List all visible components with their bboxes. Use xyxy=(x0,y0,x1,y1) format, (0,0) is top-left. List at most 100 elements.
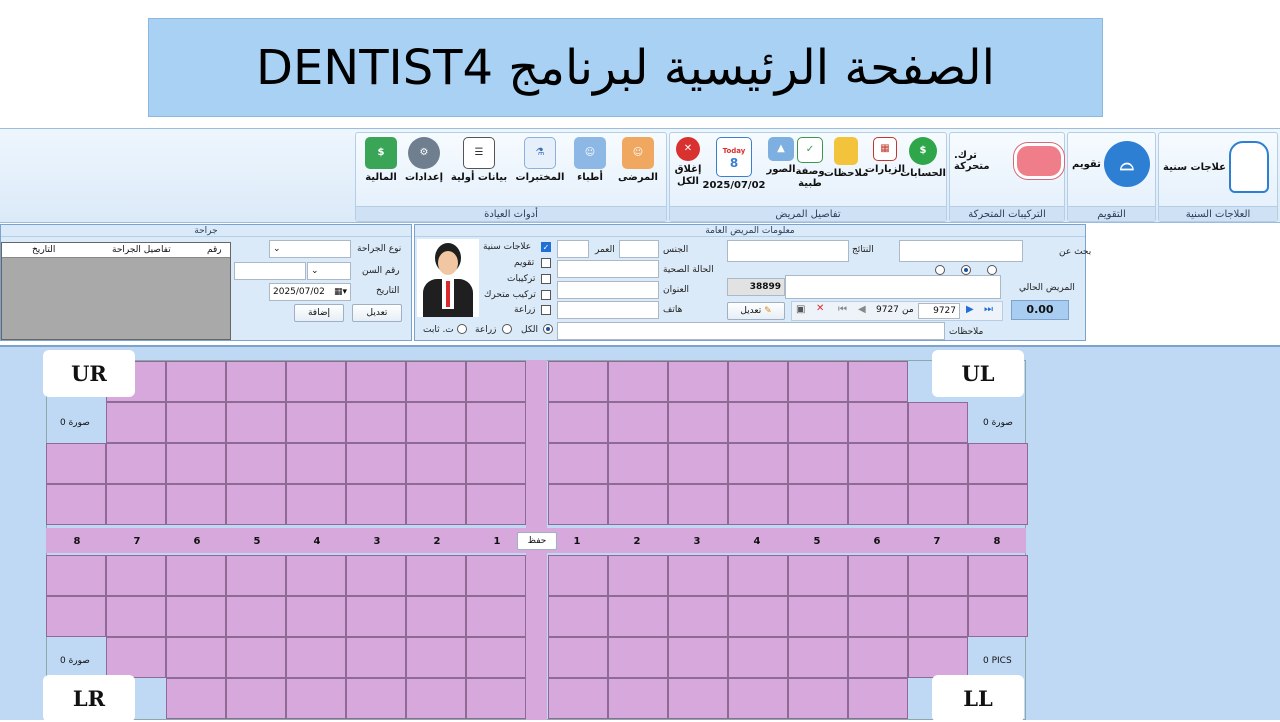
tooth-cell[interactable] xyxy=(166,402,226,443)
search-radio-1[interactable] xyxy=(935,265,945,275)
tooth-cell[interactable] xyxy=(668,596,728,637)
pics-ll[interactable]: 0 PICS xyxy=(983,656,1012,666)
tooth-cell[interactable] xyxy=(548,443,608,484)
tooth-cell[interactable] xyxy=(406,402,466,443)
tooth-cell[interactable] xyxy=(548,678,608,719)
phone-input[interactable] xyxy=(557,301,659,319)
tooth-cell[interactable] xyxy=(908,484,968,525)
tooth-cell[interactable] xyxy=(788,484,848,525)
tooth-cell[interactable] xyxy=(406,361,466,402)
tooth-cell[interactable] xyxy=(908,637,968,678)
tooth-cell[interactable] xyxy=(728,484,788,525)
doctors-button[interactable]: ☺ أطباء xyxy=(568,137,612,184)
tooth-cell[interactable] xyxy=(286,443,346,484)
tooth-cell[interactable] xyxy=(466,555,526,596)
tooth-cell[interactable] xyxy=(286,484,346,525)
tooth-cell[interactable] xyxy=(226,361,286,402)
tooth-cell[interactable] xyxy=(166,678,226,719)
tooth-cell[interactable] xyxy=(466,361,526,402)
tooth-cell[interactable] xyxy=(406,443,466,484)
date-picker-icon[interactable]: ▦▾ xyxy=(334,284,347,300)
tooth-cell[interactable] xyxy=(346,402,406,443)
tooth-cell[interactable] xyxy=(728,361,788,402)
tooth-cell[interactable] xyxy=(466,402,526,443)
tooth-cell[interactable] xyxy=(848,596,908,637)
surgery-date-input[interactable]: 2025/07/02 ▦▾ xyxy=(269,283,351,301)
tooth-cell[interactable] xyxy=(548,361,608,402)
tooth-cell[interactable] xyxy=(286,402,346,443)
tooth-cell[interactable] xyxy=(788,443,848,484)
next-record-icon[interactable]: ▶ xyxy=(966,304,974,315)
tooth-cell[interactable] xyxy=(346,555,406,596)
labs-button[interactable]: ⚗ المختبرات xyxy=(512,137,568,184)
tooth-cell[interactable] xyxy=(848,637,908,678)
close-all-button[interactable]: ✕ إغلاق الكل xyxy=(672,137,704,188)
tooth-cell[interactable] xyxy=(286,361,346,402)
tooth-cell[interactable] xyxy=(728,596,788,637)
tooth-cell[interactable] xyxy=(608,678,668,719)
calendar-button[interactable]: Today 8 2025/07/02 xyxy=(703,137,765,192)
radio-implant[interactable] xyxy=(502,324,512,334)
tooth-cell[interactable] xyxy=(46,484,106,525)
visits-button[interactable]: ▦ الزيارات xyxy=(865,137,905,176)
check-ortho[interactable] xyxy=(541,258,551,268)
tooth-cell[interactable] xyxy=(406,484,466,525)
surgery-table[interactable]: التاريخ تفاصيل الجراحة رقم xyxy=(1,242,231,340)
tooth-cell[interactable] xyxy=(788,596,848,637)
tooth-cell[interactable] xyxy=(908,555,968,596)
tooth-cell[interactable] xyxy=(788,402,848,443)
tooth-cell[interactable] xyxy=(968,555,1028,596)
tooth-cell[interactable] xyxy=(968,443,1028,484)
notes-input[interactable] xyxy=(557,322,945,340)
tooth-cell[interactable] xyxy=(226,596,286,637)
health-input[interactable] xyxy=(557,260,659,278)
tooth-cell[interactable] xyxy=(226,443,286,484)
tooth-cell[interactable] xyxy=(46,555,106,596)
last-record-icon[interactable]: ⏭ xyxy=(984,304,993,315)
tooth-cell[interactable] xyxy=(908,443,968,484)
tooth-cell[interactable] xyxy=(166,637,226,678)
tooth-cell[interactable] xyxy=(548,637,608,678)
tooth-cell[interactable] xyxy=(106,637,166,678)
tooth-cell[interactable] xyxy=(346,361,406,402)
tooth-cell[interactable] xyxy=(286,637,346,678)
tooth-cell[interactable] xyxy=(608,443,668,484)
initial-data-button[interactable]: ☰ بيانات أولية xyxy=(448,137,510,184)
tooth-cell[interactable] xyxy=(226,637,286,678)
pics-ul[interactable]: صورة 0 xyxy=(983,418,1013,428)
tooth-cell[interactable] xyxy=(466,484,526,525)
tooth-cell[interactable] xyxy=(106,555,166,596)
tooth-cell[interactable] xyxy=(788,637,848,678)
tooth-cell[interactable] xyxy=(166,596,226,637)
tooth-cell[interactable] xyxy=(668,637,728,678)
check-removable[interactable] xyxy=(541,290,551,300)
search-input[interactable] xyxy=(899,240,1023,262)
tooth-cell[interactable] xyxy=(466,637,526,678)
tooth-cell[interactable] xyxy=(608,361,668,402)
finance-button[interactable]: $ المالية xyxy=(360,137,402,184)
search-radio-3[interactable] xyxy=(987,265,997,275)
tooth-cell[interactable] xyxy=(166,555,226,596)
tooth-cell[interactable] xyxy=(848,402,908,443)
tooth-cell[interactable] xyxy=(166,484,226,525)
tooth-cell[interactable] xyxy=(788,555,848,596)
tooth-cell[interactable] xyxy=(728,402,788,443)
tooth-cell[interactable] xyxy=(46,596,106,637)
tooth-cell[interactable] xyxy=(406,678,466,719)
tooth-cell[interactable] xyxy=(346,596,406,637)
prescription-button[interactable]: ✓ وصفة طبية xyxy=(795,137,825,190)
first-record-icon[interactable]: ⏮ xyxy=(838,304,847,315)
tooth-cell[interactable] xyxy=(728,678,788,719)
tooth-cell[interactable] xyxy=(406,637,466,678)
check-implant[interactable] xyxy=(541,305,551,315)
removable-button[interactable]: ترك. متحركة xyxy=(954,143,1064,179)
surgery-edit-button[interactable]: تعديل xyxy=(352,304,402,322)
tooth-cell[interactable] xyxy=(106,484,166,525)
tooth-cell[interactable] xyxy=(848,484,908,525)
surgery-type-select[interactable]: ⌄ xyxy=(269,240,351,258)
tooth-cell[interactable] xyxy=(908,596,968,637)
tooth-cell[interactable] xyxy=(668,484,728,525)
tooth-cell[interactable] xyxy=(286,678,346,719)
dental-treatments-button[interactable]: علاجات سنية xyxy=(1163,141,1269,193)
tooth-cell[interactable] xyxy=(548,402,608,443)
